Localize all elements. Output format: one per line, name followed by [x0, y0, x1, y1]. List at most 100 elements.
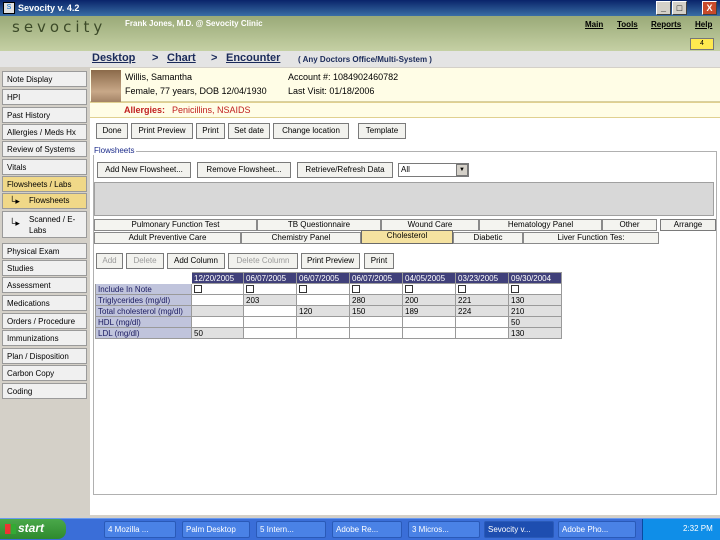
menu-reports[interactable]: Reports [651, 20, 681, 29]
tab-cholesterol[interactable]: Cholesterol [361, 230, 453, 244]
tab-pulmonary-function-test[interactable]: Pulmonary Function Test [94, 219, 257, 231]
chevron-down-icon[interactable]: ▼ [456, 164, 468, 176]
taskbar-item-sevocity[interactable]: Sevocity v... [484, 521, 554, 538]
include-checkbox[interactable] [296, 283, 350, 295]
column-date[interactable]: 06/07/2005 [296, 272, 350, 284]
done-button[interactable]: Done [96, 123, 128, 139]
retrieve-refresh-data-button[interactable]: Retrieve/Refresh Data [297, 162, 393, 178]
nav-immunizations[interactable]: Immunizations [2, 330, 87, 346]
grid-cell[interactable] [455, 327, 509, 339]
nav-orders-procedure[interactable]: Orders / Procedure [2, 313, 87, 329]
taskbar-item-adobe-photoshop[interactable]: Adobe Pho... [558, 521, 636, 538]
nav-coding[interactable]: Coding [2, 383, 87, 399]
menu-help[interactable]: Help [695, 20, 712, 29]
grid-cell[interactable]: 280 [349, 294, 403, 306]
grid-cell[interactable]: 189 [402, 305, 456, 317]
include-checkbox[interactable] [243, 283, 297, 295]
grid-cell[interactable] [455, 316, 509, 328]
grid-cell[interactable] [402, 327, 456, 339]
grid-print-button[interactable]: Print [364, 253, 394, 269]
grid-cell[interactable]: 150 [349, 305, 403, 317]
grid-cell[interactable] [349, 316, 403, 328]
set-date-button[interactable]: Set date [228, 123, 270, 139]
taskbar-item-adobe-reader[interactable]: Adobe Re... [332, 521, 402, 538]
grid-cell[interactable]: 221 [455, 294, 509, 306]
add-column-button[interactable]: Add Column [167, 253, 225, 269]
grid-cell[interactable] [191, 305, 244, 317]
tab-liver-function-test[interactable]: Liver Function Tes: [523, 232, 659, 244]
nav-physical-exam[interactable]: Physical Exam [2, 243, 87, 259]
breadcrumb-encounter[interactable]: Encounter [226, 52, 280, 64]
taskbar-item-internet[interactable]: 5 Intern... [256, 521, 326, 538]
grid-cell[interactable] [349, 327, 403, 339]
delete-row-button[interactable]: Delete [126, 253, 164, 269]
add-row-button[interactable]: Add [96, 253, 123, 269]
tab-chemistry-panel[interactable]: Chemistry Panel [241, 232, 361, 244]
column-date[interactable]: 12/20/2005 [191, 272, 244, 284]
notification-badge[interactable]: 4 [690, 38, 714, 50]
nav-studies[interactable]: Studies [2, 260, 87, 276]
arrange-button[interactable]: Arrange [660, 219, 716, 231]
nav-past-history[interactable]: Past History [2, 107, 87, 123]
template-button[interactable]: Template [358, 123, 406, 139]
include-checkbox[interactable] [191, 283, 244, 295]
nav-carbon-copy[interactable]: Carbon Copy [2, 365, 87, 381]
column-date[interactable]: 06/07/2005 [243, 272, 297, 284]
nav-vitals[interactable]: Vitals [2, 159, 87, 175]
column-date[interactable]: 04/05/2005 [402, 272, 456, 284]
print-button[interactable]: Print [196, 123, 225, 139]
menu-main[interactable]: Main [585, 20, 603, 29]
grid-cell[interactable] [296, 294, 350, 306]
grid-cell[interactable] [243, 305, 297, 317]
nav-sub-scanned-elabs[interactable]: └▸ Scanned / E-Labs [2, 211, 87, 238]
include-checkbox[interactable] [508, 283, 562, 295]
taskbar-item-mozilla[interactable]: 4 Mozilla ... [104, 521, 176, 538]
grid-print-preview-button[interactable]: Print Preview [301, 253, 360, 269]
grid-cell[interactable]: 130 [508, 294, 562, 306]
change-location-button[interactable]: Change location [273, 123, 349, 139]
taskbar-item-microsoft[interactable]: 3 Micros... [408, 521, 480, 538]
add-new-flowsheet-button[interactable]: Add New Flowsheet... [97, 162, 191, 178]
tab-hematology-panel[interactable]: Hematology Panel [479, 219, 602, 231]
nav-assessment[interactable]: Assessment [2, 277, 87, 293]
nav-medications[interactable]: Medications [2, 295, 87, 311]
nav-hpi[interactable]: HPI [2, 89, 87, 105]
menu-tools[interactable]: Tools [617, 20, 638, 29]
nav-plan-disposition[interactable]: Plan / Disposition [2, 348, 87, 364]
tab-adult-preventive-care[interactable]: Adult Preventive Care [94, 232, 241, 244]
grid-cell[interactable]: 203 [243, 294, 297, 306]
nav-note-display[interactable]: Note Display [2, 71, 87, 87]
grid-cell[interactable] [243, 327, 297, 339]
nav-review-of-systems[interactable]: Review of Systems [2, 141, 87, 157]
nav-flowsheets-labs[interactable]: Flowsheets / Labs [2, 176, 87, 192]
grid-cell[interactable] [191, 294, 244, 306]
grid-cell[interactable] [191, 316, 244, 328]
delete-column-button[interactable]: Delete Column [228, 253, 298, 269]
breadcrumb-desktop[interactable]: Desktop [92, 52, 135, 64]
grid-cell[interactable]: 224 [455, 305, 509, 317]
grid-cell[interactable] [296, 316, 350, 328]
grid-cell[interactable]: 130 [508, 327, 562, 339]
include-checkbox[interactable] [455, 283, 509, 295]
close-button[interactable]: X [702, 1, 717, 15]
grid-cell[interactable]: 50 [191, 327, 244, 339]
column-date[interactable]: 03/23/2005 [455, 272, 509, 284]
grid-cell[interactable]: 210 [508, 305, 562, 317]
tab-other[interactable]: Other [602, 219, 657, 231]
nav-sub-flowsheets[interactable]: └▸ Flowsheets [2, 193, 87, 209]
nav-allergies-meds[interactable]: Allergies / Meds Hx [2, 124, 87, 140]
grid-cell[interactable]: 200 [402, 294, 456, 306]
include-checkbox[interactable] [349, 283, 403, 295]
maximize-button[interactable]: □ [672, 1, 687, 15]
tab-diabetic[interactable]: Diabetic [453, 232, 523, 244]
grid-cell[interactable]: 50 [508, 316, 562, 328]
grid-cell[interactable]: 120 [296, 305, 350, 317]
breadcrumb-chart[interactable]: Chart [167, 52, 196, 64]
column-date[interactable]: 09/30/2004 [508, 272, 562, 284]
grid-cell[interactable] [402, 316, 456, 328]
print-preview-button[interactable]: Print Preview [131, 123, 193, 139]
include-checkbox[interactable] [402, 283, 456, 295]
remove-flowsheet-button[interactable]: Remove Flowsheet... [197, 162, 291, 178]
minimize-button[interactable]: _ [656, 1, 671, 15]
column-date[interactable]: 06/07/2005 [349, 272, 403, 284]
